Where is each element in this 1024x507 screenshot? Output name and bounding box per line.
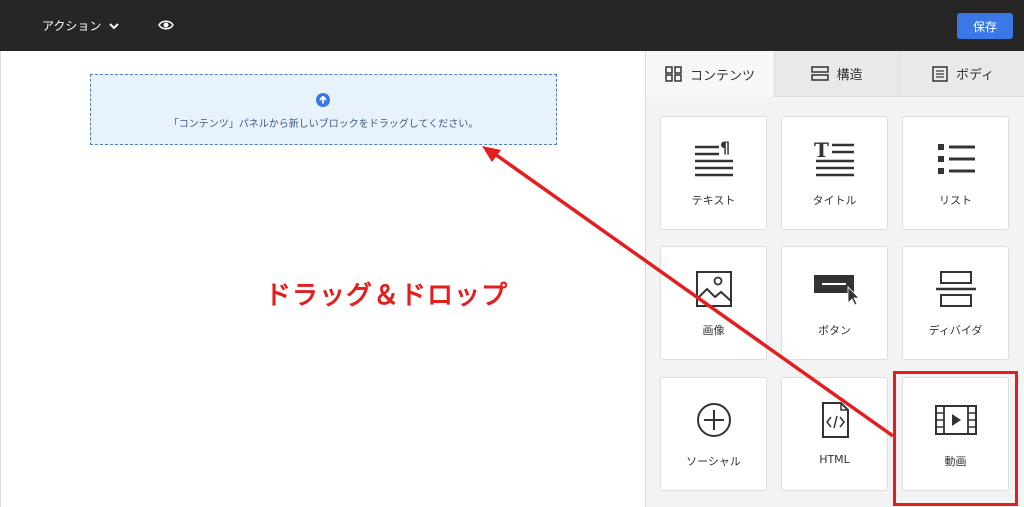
grid-icon — [665, 66, 682, 82]
action-menu[interactable]: アクション — [42, 17, 120, 34]
drop-zone-text: 「コンテンツ」パネルから新しいブロックをドラッグしてください。 — [168, 119, 479, 130]
block-label: ディバイダ — [928, 324, 983, 337]
block-label: リスト — [939, 194, 972, 207]
block-divider[interactable]: ディバイダ — [902, 246, 1009, 360]
drag-drop-annotation: ドラッグ＆ドロップ — [265, 281, 509, 311]
social-icon — [697, 403, 731, 437]
block-label: HTML — [819, 453, 850, 466]
video-icon — [935, 405, 977, 435]
panel-tabs: コンテンツ 構造 ボディ — [646, 51, 1024, 97]
side-panel: コンテンツ 構造 ボディ ¶ テキスト T タイトル リスト 画像 ボタン ディ… — [645, 51, 1024, 507]
block-text[interactable]: ¶ テキスト — [660, 116, 767, 230]
block-label: ボタン — [818, 324, 851, 337]
block-label: ソーシャル — [686, 455, 741, 468]
block-label: 動画 — [944, 455, 967, 468]
chevron-down-icon — [109, 22, 120, 29]
block-video[interactable]: 動画 — [902, 377, 1009, 491]
block-image[interactable]: 画像 — [660, 246, 767, 360]
divider-icon — [936, 271, 976, 307]
tab-structure[interactable]: 構造 — [775, 51, 900, 97]
drop-zone[interactable]: 「コンテンツ」パネルから新しいブロックをドラッグしてください。 — [90, 74, 557, 145]
block-html[interactable]: HTML — [781, 377, 888, 491]
title-icon: T — [814, 139, 854, 177]
block-label: 画像 — [702, 324, 725, 337]
html-icon — [822, 402, 849, 438]
tab-structure-label: 構造 — [836, 68, 863, 83]
block-label: テキスト — [691, 194, 736, 207]
svg-text:¶: ¶ — [720, 139, 730, 157]
text-icon: ¶ — [695, 139, 733, 177]
save-button[interactable]: 保存 — [957, 13, 1013, 39]
block-label: タイトル — [812, 194, 857, 207]
list-icon — [938, 144, 975, 174]
structure-icon — [811, 65, 830, 81]
action-menu-label: アクション — [42, 19, 102, 33]
upload-arrow-icon — [316, 93, 330, 107]
tab-content-label: コンテンツ — [689, 68, 755, 84]
top-toolbar: アクション 保存 — [0, 0, 1024, 51]
tab-content[interactable]: コンテンツ — [646, 51, 775, 97]
preview-eye-icon[interactable] — [158, 18, 174, 32]
button-icon — [814, 275, 860, 306]
block-button[interactable]: ボタン — [781, 246, 888, 360]
block-title[interactable]: T タイトル — [781, 116, 888, 230]
block-social[interactable]: ソーシャル — [660, 377, 767, 491]
document-icon — [932, 65, 948, 82]
svg-text:T: T — [814, 139, 829, 162]
block-list[interactable]: リスト — [902, 116, 1009, 230]
tab-body-label: ボディ — [955, 68, 995, 83]
image-icon — [696, 271, 732, 307]
tab-body[interactable]: ボディ — [900, 51, 1024, 97]
